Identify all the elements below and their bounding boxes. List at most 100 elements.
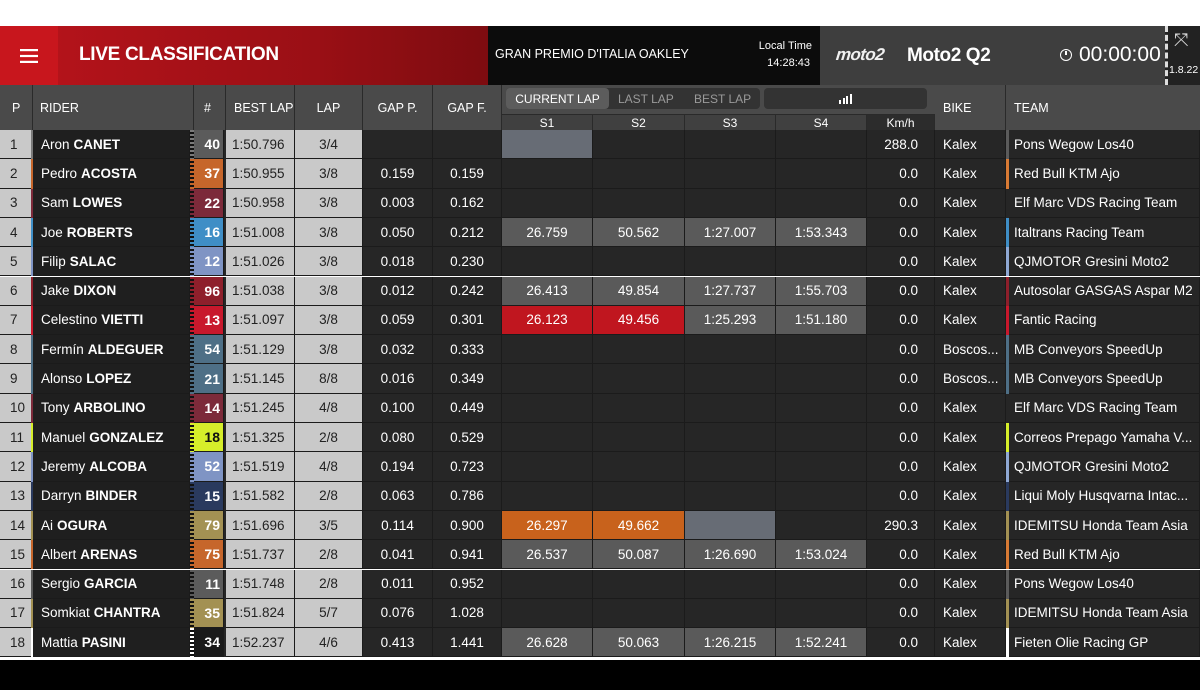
sector-4	[776, 393, 867, 423]
gap-first: 0.242	[433, 276, 502, 306]
speed: 0.0	[867, 452, 935, 482]
bike: Kalex	[935, 510, 1006, 541]
bike: Kalex	[935, 276, 1006, 306]
rider-last-name: LOPEZ	[86, 371, 132, 387]
table-row[interactable]: 14 Ai OGURA 79 1:51.696 3/5 0.114 0.900 26.297 49…	[0, 510, 1200, 541]
bike: Kalex	[935, 569, 1006, 599]
speed: 290.3	[867, 510, 935, 541]
event-block: GRAN PREMIO D'ITALIA OAKLEY Local Time 1…	[488, 26, 820, 85]
table-row[interactable]: 10 Tony ARBOLINO 14 1:51.245 4/8 0.100 0.449 0.0…	[0, 393, 1200, 423]
team-name: Liqui Moly Husqvarna Intac...	[1009, 481, 1200, 511]
col-bike: BIKE	[935, 85, 1006, 130]
speed: 0.0	[867, 364, 935, 394]
rider-first-name: Jake	[41, 283, 70, 299]
lap-tabs: CURRENT LAP LAST LAP BEST LAP	[506, 88, 760, 109]
signal-bars-icon[interactable]	[764, 88, 927, 109]
table-row[interactable]: 16 Sergio GARCIA 11 1:51.748 2/8 0.011 0.952 0.0…	[0, 569, 1200, 599]
lap-count: 4/8	[295, 452, 363, 482]
table-row[interactable]: 1 Aron CANET 40 1:50.796 3/4 288.0 Kalex Pons We…	[0, 130, 1200, 160]
best-lap: 1:51.097	[226, 305, 295, 336]
speed: 0.0	[867, 393, 935, 423]
sector-2: 49.854	[593, 276, 685, 306]
gap-previous: 0.018	[363, 247, 433, 277]
gap-previous: 0.194	[363, 452, 433, 482]
sector-4	[776, 335, 867, 365]
menu-button[interactable]	[0, 26, 58, 85]
col-s3: S3	[685, 114, 776, 130]
session-name: Moto2 Q2	[907, 45, 991, 66]
sector-1: 26.759	[502, 217, 593, 248]
table-row[interactable]: 12 Jeremy ALCOBA 52 1:51.519 4/8 0.194 0.723 0.0…	[0, 452, 1200, 482]
tab-best-lap[interactable]: BEST LAP	[694, 88, 756, 109]
rider-last-name: BINDER	[85, 488, 138, 504]
sector-4: 1:53.024	[776, 540, 867, 570]
speed: 0.0	[867, 305, 935, 336]
gap-previous: 0.080	[363, 423, 433, 453]
speed: 0.0	[867, 335, 935, 365]
sector-4: 1:55.703	[776, 276, 867, 306]
session-timer: 00:00:00	[1079, 43, 1161, 66]
table-row[interactable]: 7 Celestino VIETTI 13 1:51.097 3/8 0.059 0.301 2…	[0, 305, 1200, 336]
sector-1	[502, 598, 593, 629]
speed: 0.0	[867, 159, 935, 189]
table-row[interactable]: 8 Fermín ALDEGUER 54 1:51.129 3/8 0.032 0.333 0.…	[0, 335, 1200, 365]
rider-first-name: Alonso	[41, 371, 83, 387]
table-row[interactable]: 5 Filip SALAC 12 1:51.026 3/8 0.018 0.230 0.0 Kal…	[0, 247, 1200, 277]
rider-first-name: Mattia	[41, 634, 78, 650]
gap-previous	[363, 130, 433, 160]
rider-number: 15	[194, 481, 224, 511]
tab-last-lap[interactable]: LAST LAP	[618, 88, 680, 109]
table-row[interactable]: 9 Alonso LOPEZ 21 1:51.145 8/8 0.016 0.349 0.0 Bo…	[0, 364, 1200, 394]
sector-4	[776, 569, 867, 599]
speed: 0.0	[867, 188, 935, 218]
rider-name: Tony ARBOLINO	[33, 393, 190, 423]
position: 9	[0, 364, 33, 394]
position: 2	[0, 159, 33, 189]
rider-first-name: Ai	[41, 517, 54, 533]
expand-icon[interactable]: ⤧	[1174, 31, 1188, 49]
sector-3	[685, 569, 776, 599]
lap-count: 3/8	[295, 188, 363, 218]
rider-name: Sam LOWES	[33, 188, 190, 218]
table-row[interactable]: 2 Pedro ACOSTA 37 1:50.955 3/8 0.159 0.159 0.0 Ka…	[0, 159, 1200, 189]
table-row[interactable]: 13 Darryn BINDER 15 1:51.582 2/8 0.063 0.786 0.0…	[0, 481, 1200, 511]
tab-current-lap[interactable]: CURRENT LAP	[506, 88, 609, 109]
table-row[interactable]: 6 Jake DIXON 96 1:51.038 3/8 0.012 0.242 26.413 4…	[0, 276, 1200, 306]
sector-2	[593, 159, 685, 189]
table-row[interactable]: 4 Joe ROBERTS 16 1:51.008 3/8 0.050 0.212 26.759…	[0, 217, 1200, 248]
gap-previous: 0.076	[363, 598, 433, 629]
version-label: 1.8.22	[1169, 64, 1199, 76]
rider-last-name: GARCIA	[84, 576, 138, 592]
sector-1	[502, 130, 593, 160]
gap-first: 1.441	[433, 628, 502, 658]
position: 6	[0, 276, 33, 306]
table-row[interactable]: 18 Mattia PASINI 34 1:52.237 4/6 0.413 1.441 26.…	[0, 628, 1200, 658]
rider-last-name: ALCOBA	[89, 458, 148, 474]
table-row[interactable]: 17 Somkiat CHANTRA 35 1:51.824 5/7 0.076 1.028 0…	[0, 598, 1200, 629]
gap-first: 0.952	[433, 569, 502, 599]
rider-last-name: ARBOLINO	[73, 400, 146, 416]
rider-first-name: Albert	[41, 546, 77, 562]
table-row[interactable]: 15 Albert ARENAS 75 1:51.737 2/8 0.041 0.941 26.…	[0, 540, 1200, 570]
title-block: LIVE CLASSIFICATION	[58, 26, 488, 85]
best-lap: 1:51.026	[226, 247, 295, 277]
speed: 0.0	[867, 628, 935, 658]
gap-previous: 0.050	[363, 217, 433, 248]
gap-first: 0.212	[433, 217, 502, 248]
rider-last-name: ARENAS	[80, 546, 138, 562]
table-row[interactable]: 11 Manuel GONZALEZ 18 1:51.325 2/8 0.080 0.529 0…	[0, 423, 1200, 453]
sector-4	[776, 247, 867, 277]
sector-2	[593, 481, 685, 511]
col-lap: LAP	[295, 85, 363, 130]
team-name: Italtrans Racing Team	[1009, 217, 1200, 248]
column-header-row: P RIDER # BEST LAP LAP GAP P. GAP F. CUR…	[0, 85, 1200, 130]
table-row[interactable]: 3 Sam LOWES 22 1:50.958 3/8 0.003 0.162 0.0 Kalex…	[0, 188, 1200, 218]
lap-count: 3/5	[295, 510, 363, 541]
rider-first-name: Sam	[41, 195, 69, 211]
speed: 0.0	[867, 247, 935, 277]
sector-1	[502, 188, 593, 218]
lap-count: 3/8	[295, 335, 363, 365]
rider-name: Filip SALAC	[33, 247, 190, 277]
best-lap: 1:50.955	[226, 159, 295, 189]
rider-number: 40	[194, 130, 224, 160]
